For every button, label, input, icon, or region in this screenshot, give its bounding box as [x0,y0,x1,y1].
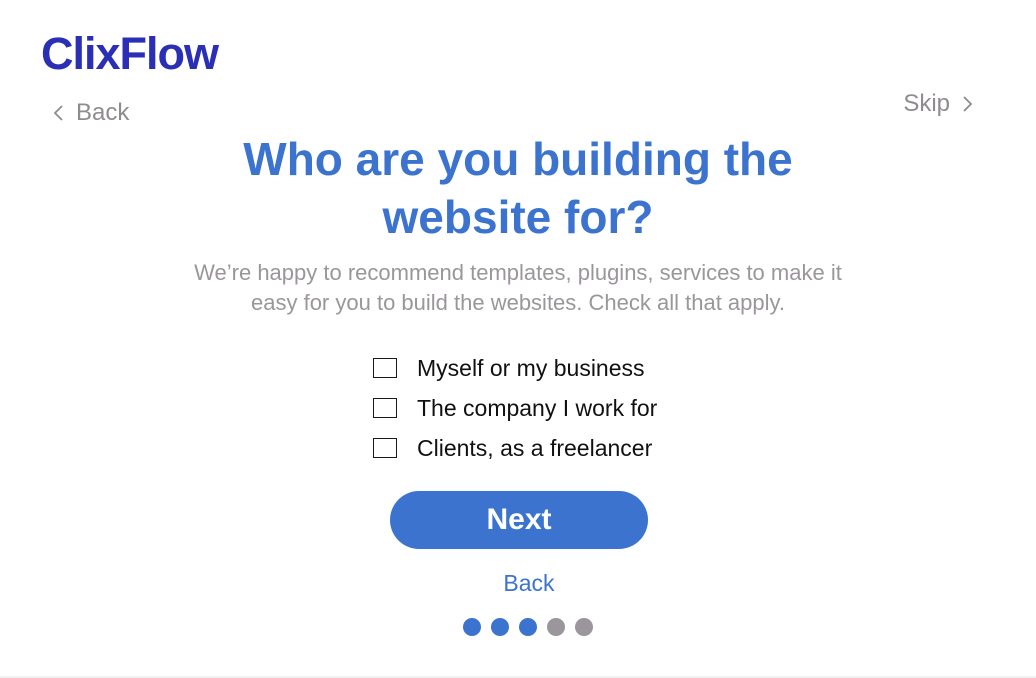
progress-dot-2 [491,618,509,636]
page-title-line-2: website for? [382,191,654,243]
option-myself-business[interactable]: Myself or my business [373,348,657,388]
top-back-label: Back [76,99,130,126]
option-label: The company I work for [417,394,658,421]
page-title: Who are you building the website for? [0,130,1036,246]
page-subtitle: We’re happy to recommend templates, plug… [120,258,916,318]
option-label: Myself or my business [417,354,645,381]
progress-dot-5 [575,618,593,636]
progress-dot-1 [463,618,481,636]
progress-dot-4 [547,618,565,636]
chevron-right-icon [963,96,973,112]
progress-dots [463,618,603,636]
clixflow-logo: ClixFlow [41,28,219,79]
skip-button[interactable]: Skip [903,90,974,118]
progress-dot-3 [519,618,537,636]
page-subtitle-line-1: We’re happy to recommend templates, plug… [194,260,842,285]
option-checkbox[interactable] [373,398,397,418]
option-label: Clients, as a freelancer [417,434,653,461]
audience-options: Myself or my business The company I work… [373,348,657,468]
option-company[interactable]: The company I work for [373,388,657,428]
top-back-button[interactable]: Back [52,99,129,127]
option-checkbox[interactable] [373,438,397,458]
skip-label: Skip [903,90,950,117]
back-link[interactable]: Back [0,570,1036,597]
option-clients-freelancer[interactable]: Clients, as a freelancer [373,428,657,468]
chevron-left-icon [53,105,63,121]
option-checkbox[interactable] [373,358,397,378]
next-button[interactable]: Next [390,491,648,549]
page-title-line-1: Who are you building the [243,133,793,185]
page-subtitle-line-2: easy for you to build the websites. Chec… [251,290,785,315]
